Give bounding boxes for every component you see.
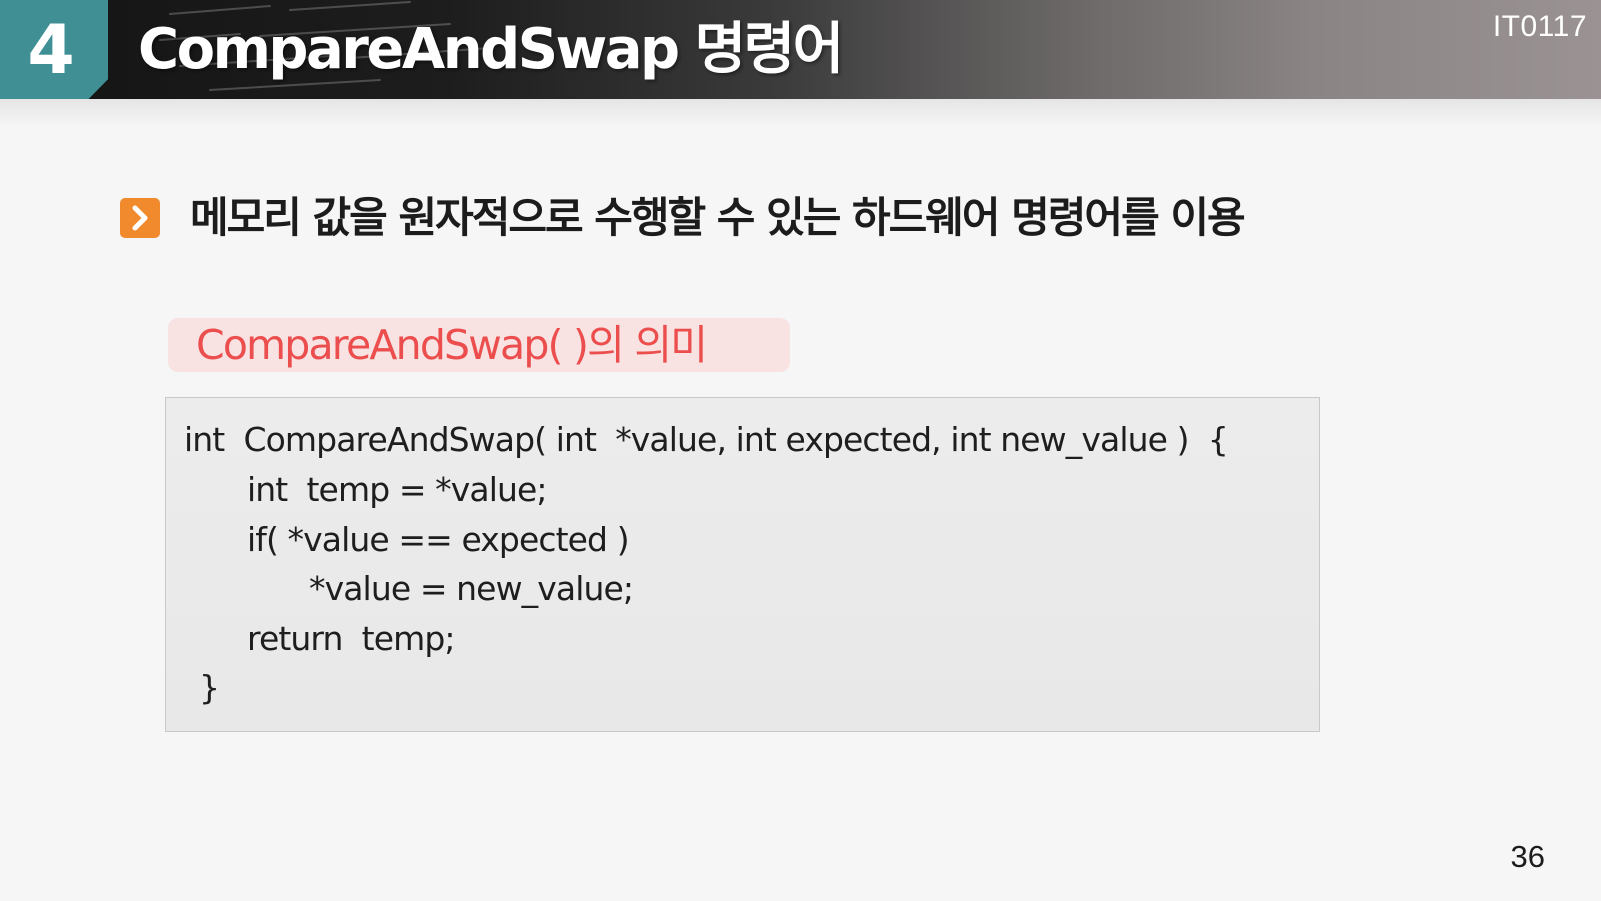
course-code: IT0117 (1492, 10, 1587, 43)
code-line: *value = new_value; (309, 569, 634, 608)
code-block: int CompareAndSwap( int *value, int expe… (165, 397, 1320, 732)
page-number: 36 (1510, 839, 1545, 874)
slide-title: CompareAndSwap 명령어 (138, 17, 844, 82)
code-line: int temp = *value; (247, 470, 548, 509)
section-number-badge: 4 (0, 0, 108, 99)
bullet-point: 메모리 값을 원자적으로 수행할 수 있는 하드웨어 명령어를 이용 (120, 190, 1246, 246)
code-line: } (199, 668, 220, 707)
slide-header: 4 CompareAndSwap 명령어 IT0117 (0, 0, 1601, 99)
code-line: if( *value == expected ) (247, 520, 630, 559)
bullet-text: 메모리 값을 원자적으로 수행할 수 있는 하드웨어 명령어를 이용 (190, 193, 1246, 242)
subheading-box: CompareAndSwap( )의 의미 (168, 318, 790, 372)
chevron-right-icon (120, 198, 160, 238)
code-line: return temp; (247, 619, 456, 658)
header-shadow (0, 99, 1601, 127)
code-line: int CompareAndSwap( int *value, int expe… (184, 420, 1229, 459)
subheading-text: CompareAndSwap( )의 의미 (196, 321, 708, 369)
section-number: 4 (27, 10, 75, 90)
